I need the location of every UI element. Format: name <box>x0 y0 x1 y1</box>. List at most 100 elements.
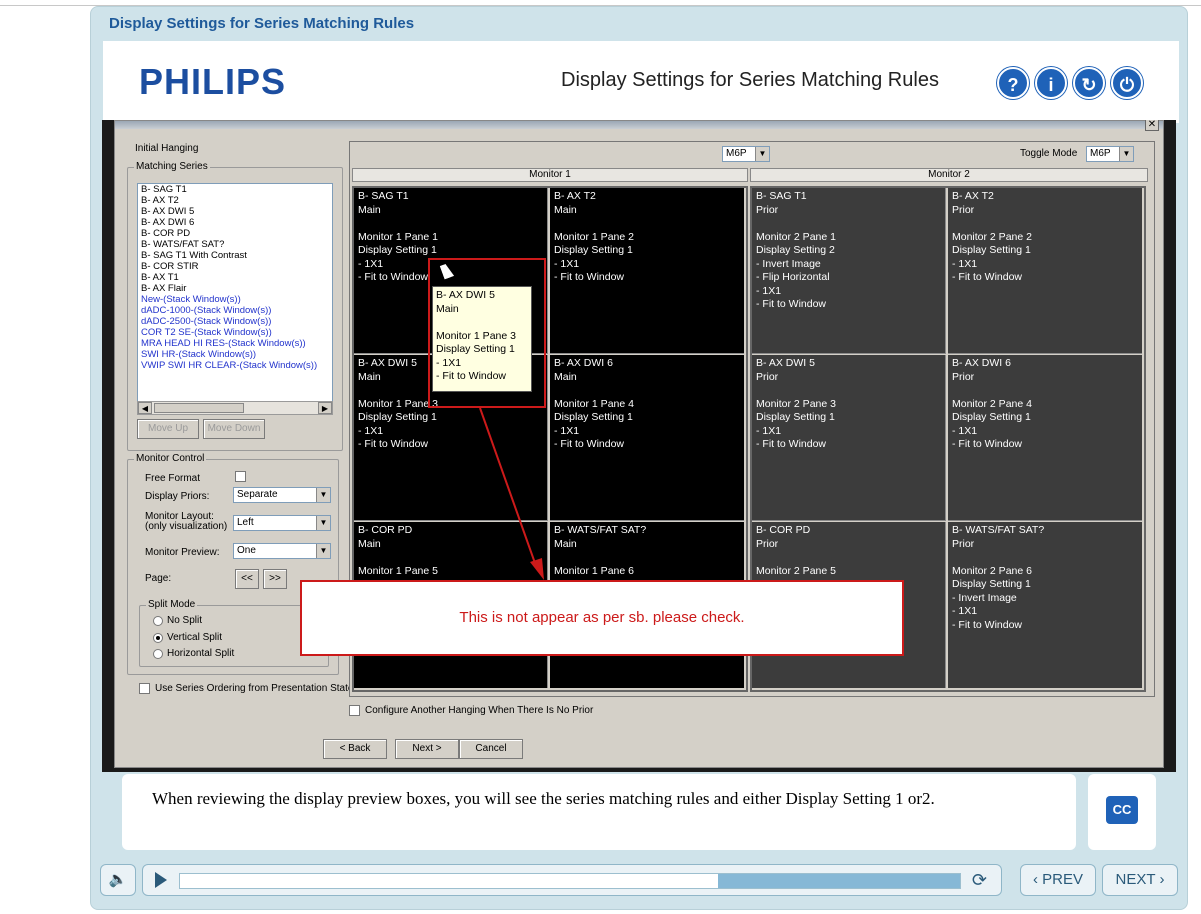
series-list-item[interactable]: dADC-1000-(Stack Window(s)) <box>138 305 332 316</box>
series-list[interactable]: B- SAG T1 B- AX T2 B- AX DWI 5 B- AX DWI 6B… <box>137 183 333 403</box>
next-button[interactable]: NEXT › <box>1102 864 1178 896</box>
cc-panel: CC <box>1088 774 1156 850</box>
toggle-mode-value: M6P <box>1090 148 1111 159</box>
series-list-item[interactable]: SWI HR-(Stack Window(s)) <box>138 349 332 360</box>
help-icon[interactable]: ? <box>997 67 1029 99</box>
philips-logo: PHILIPS <box>139 61 287 102</box>
monitor-1-pane-2[interactable]: B- AX T2 Main Monitor 1 Pane 2 Display S… <box>550 188 744 354</box>
horizontal-split-radio[interactable] <box>153 649 163 659</box>
series-list-item[interactable]: B- COR STIR <box>138 261 332 272</box>
series-list-item[interactable]: MRA HEAD HI RES-(Stack Window(s)) <box>138 338 332 349</box>
scroll-thumb[interactable] <box>154 403 244 413</box>
back-button[interactable]: < Back <box>323 739 387 759</box>
series-list-item[interactable]: COR T2 SE-(Stack Window(s)) <box>138 327 332 338</box>
caption-text: When reviewing the display preview boxes… <box>152 789 935 808</box>
volume-button[interactable]: 🔈 <box>100 864 136 896</box>
monitor-control-label: Monitor Control <box>134 453 207 464</box>
slide-content: ✕ Initial Hanging Matching Series B- SAG… <box>102 120 1176 772</box>
series-list-item[interactable]: B- SAG T1 <box>138 184 332 195</box>
monitor-2-pane-1[interactable]: B- SAG T1 Prior Monitor 2 Pane 1 Display… <box>752 188 946 354</box>
series-list-item[interactable]: VWIP SWI HR CLEAR-(Stack Window(s)) <box>138 360 332 371</box>
free-format-label: Free Format <box>145 473 201 484</box>
monitor-preview-value: One <box>237 545 256 556</box>
slide-header: PHILIPS Display Settings for Series Matc… <box>103 41 1179 123</box>
monitor-preview-label: Monitor Preview: <box>145 547 220 558</box>
move-up-button[interactable]: Move Up <box>137 419 199 439</box>
play-icon[interactable] <box>155 872 167 888</box>
chevron-down-icon[interactable]: ▼ <box>1119 147 1133 161</box>
monitor-1-pane-4[interactable]: B- AX DWI 6 Main Monitor 1 Pane 4 Displa… <box>550 355 744 521</box>
move-down-button[interactable]: Move Down <box>203 419 265 439</box>
toggle-mode-select[interactable]: M6P ▼ <box>1086 146 1134 162</box>
series-list-item[interactable]: dADC-2500-(Stack Window(s)) <box>138 316 332 327</box>
cancel-button[interactable]: Cancel <box>459 739 523 759</box>
pane-tooltip: B- AX DWI 5 Main Monitor 1 Pane 3 Displa… <box>432 286 532 392</box>
layout-select[interactable]: M6P ▼ <box>722 146 770 162</box>
chevron-down-icon[interactable]: ▼ <box>316 544 330 558</box>
series-list-item[interactable]: B- AX T2 <box>138 195 332 206</box>
monitor-1-header: Monitor 1 <box>352 168 748 182</box>
closed-captions-button[interactable]: CC <box>1106 796 1138 824</box>
info-icon[interactable]: i <box>1035 67 1067 99</box>
display-priors-value: Separate <box>237 489 278 500</box>
monitor-2-pane-2[interactable]: B- AX T2 Prior Monitor 2 Pane 2 Display … <box>948 188 1142 354</box>
series-list-item[interactable]: B- COR PD <box>138 228 332 239</box>
display-priors-select[interactable]: Separate ▼ <box>233 487 331 503</box>
page-next-button[interactable]: >> <box>263 569 287 589</box>
monitor-2-pane-6[interactable]: B- WATS/FAT SAT? Prior Monitor 2 Pane 6 … <box>948 522 1142 688</box>
monitor-preview-select[interactable]: One ▼ <box>233 543 331 559</box>
use-series-ordering-label: Use Series Ordering from Presentation St… <box>155 683 354 694</box>
monitor-2-pane-3[interactable]: B- AX DWI 5 Prior Monitor 2 Pane 3 Displ… <box>752 355 946 521</box>
series-list-item[interactable]: B- AX T1 <box>138 272 332 283</box>
series-list-item[interactable]: B- AX DWI 5 <box>138 206 332 217</box>
slide-title: Display Settings for Series Matching Rul… <box>561 69 939 91</box>
initial-hanging-label: Initial Hanging <box>135 143 199 154</box>
chevron-down-icon[interactable]: ▼ <box>316 488 330 502</box>
layout-value: M6P <box>726 148 747 159</box>
toggle-mode-label: Toggle Mode <box>1020 148 1078 159</box>
close-icon[interactable]: ✕ <box>1145 120 1159 131</box>
playback-bar: ⟳ <box>142 864 1002 896</box>
series-list-item[interactable]: B- SAG T1 With Contrast <box>138 250 332 261</box>
configure-another-checkbox[interactable] <box>349 705 360 716</box>
scroll-left-icon[interactable]: ◀ <box>138 402 152 414</box>
series-list-item[interactable]: New-(Stack Window(s)) <box>138 294 332 305</box>
use-series-ordering-checkbox[interactable] <box>139 683 150 694</box>
no-split-radio[interactable] <box>153 616 163 626</box>
annotation-arrow <box>479 407 544 580</box>
matching-series-label: Matching Series <box>134 161 210 172</box>
series-list-scrollbar[interactable]: ◀ ▶ <box>137 401 333 415</box>
horizontal-split-label: Horizontal Split <box>167 648 235 659</box>
review-annotation: This is not appear as per sb. please che… <box>300 580 904 656</box>
dialog-titlebar <box>115 121 1163 129</box>
page-label: Page: <box>145 573 172 584</box>
monitor-2-pane-4[interactable]: B- AX DWI 6 Prior Monitor 2 Pane 4 Displ… <box>948 355 1142 521</box>
player-title: Display Settings for Series Matching Rul… <box>109 15 415 32</box>
hanging-protocol-dialog: ✕ Initial Hanging Matching Series B- SAG… <box>114 120 1164 768</box>
scroll-right-icon[interactable]: ▶ <box>318 402 332 414</box>
speaker-icon: 🔈 <box>108 871 128 888</box>
replay-icon[interactable]: ↻ <box>1073 67 1105 99</box>
vertical-split-label: Vertical Split <box>167 632 223 643</box>
series-list-item[interactable]: B- AX Flair <box>138 283 332 294</box>
free-format-checkbox[interactable] <box>235 471 246 482</box>
vertical-split-radio[interactable] <box>153 633 163 643</box>
chevron-down-icon[interactable]: ▼ <box>755 147 769 161</box>
monitor-2-header: Monitor 2 <box>750 168 1148 182</box>
display-priors-label: Display Priors: <box>145 491 210 502</box>
caption-panel: When reviewing the display preview boxes… <box>122 774 1076 850</box>
monitor-layout-value: Left <box>237 517 254 528</box>
reload-icon[interactable]: ⟳ <box>972 870 987 891</box>
split-mode-label: Split Mode <box>146 599 198 610</box>
power-icon[interactable]: ⏻ <box>1111 67 1143 99</box>
next-dialog-button[interactable]: Next > <box>395 739 459 759</box>
no-split-label: No Split <box>167 615 203 626</box>
chevron-down-icon[interactable]: ▼ <box>316 516 330 530</box>
series-list-item[interactable]: B- WATS/FAT SAT? <box>138 239 332 250</box>
series-list-item[interactable]: B- AX DWI 6 <box>138 217 332 228</box>
monitor-layout-select[interactable]: Left ▼ <box>233 515 331 531</box>
page-prev-button[interactable]: << <box>235 569 259 589</box>
progress-track[interactable] <box>179 873 961 889</box>
monitor-layout-sublabel: (only visualization) <box>145 521 228 532</box>
prev-button[interactable]: ‹ PREV <box>1020 864 1096 896</box>
